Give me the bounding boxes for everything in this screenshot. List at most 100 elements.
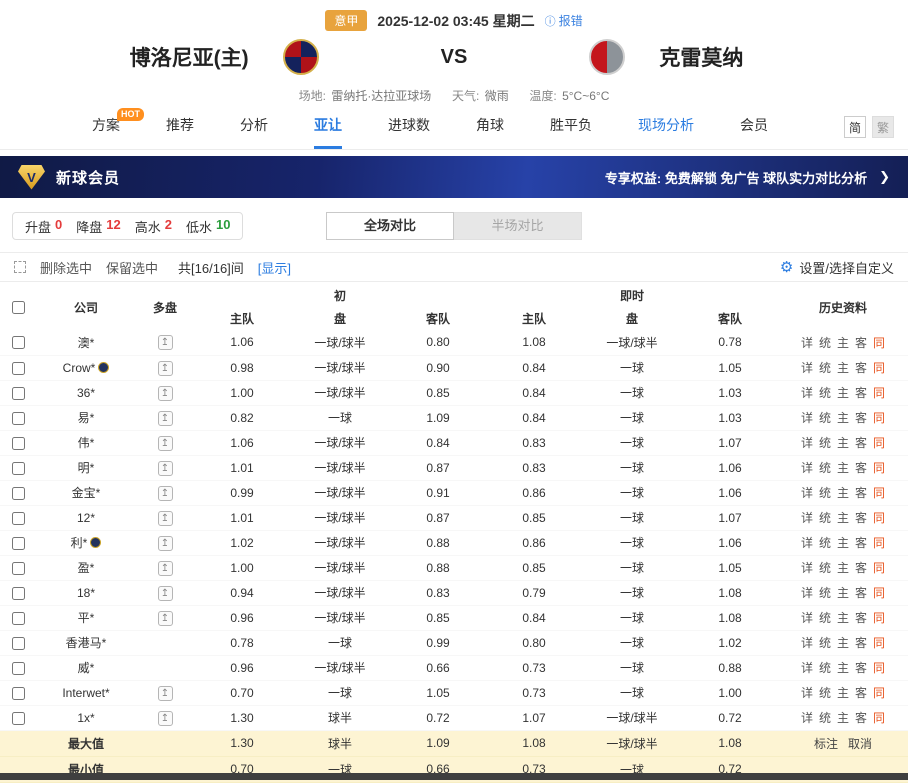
history-link[interactable]: 客 <box>855 711 867 725</box>
history-link[interactable]: 统 <box>819 486 831 500</box>
history-link[interactable]: 主 <box>837 686 849 700</box>
multi-odds-icon[interactable]: ↥ <box>158 511 173 526</box>
nav-item-fenxi[interactable]: 分析 <box>240 105 268 149</box>
nav-item-jiaoqiu[interactable]: 角球 <box>476 105 504 149</box>
nav-item-tuijian[interactable]: 推荐 <box>166 105 194 149</box>
history-link[interactable]: 统 <box>819 336 831 350</box>
multi-odds-icon[interactable]: ↥ <box>158 611 173 626</box>
history-same-link[interactable]: 同 <box>873 636 885 650</box>
history-link[interactable]: 客 <box>855 511 867 525</box>
history-link[interactable]: 统 <box>819 536 831 550</box>
company-name[interactable]: 36* <box>77 386 95 400</box>
history-link[interactable]: 客 <box>855 536 867 550</box>
company-name[interactable]: 12* <box>77 511 95 525</box>
multi-odds-icon[interactable]: ↥ <box>158 561 173 576</box>
history-link[interactable]: 主 <box>837 636 849 650</box>
history-link[interactable]: 主 <box>837 411 849 425</box>
lang-simplified-button[interactable]: 简 <box>844 116 866 138</box>
history-link[interactable]: 主 <box>837 611 849 625</box>
history-link[interactable]: 详 <box>801 636 813 650</box>
history-link[interactable]: 客 <box>855 336 867 350</box>
company-name[interactable]: Crow* <box>63 361 96 375</box>
history-link[interactable]: 详 <box>801 661 813 675</box>
history-link[interactable]: 统 <box>819 361 831 375</box>
history-link[interactable]: 客 <box>855 561 867 575</box>
history-link[interactable]: 统 <box>819 661 831 675</box>
history-link[interactable]: 客 <box>855 361 867 375</box>
history-same-link[interactable]: 同 <box>873 586 885 600</box>
history-link[interactable]: 统 <box>819 686 831 700</box>
row-checkbox[interactable] <box>12 612 25 625</box>
company-name[interactable]: 利* <box>71 536 88 550</box>
history-link[interactable]: 客 <box>855 611 867 625</box>
history-same-link[interactable]: 同 <box>873 611 885 625</box>
multi-odds-icon[interactable]: ↥ <box>158 386 173 401</box>
row-checkbox[interactable] <box>12 362 25 375</box>
history-same-link[interactable]: 同 <box>873 561 885 575</box>
history-link[interactable]: 详 <box>801 586 813 600</box>
history-same-link[interactable]: 同 <box>873 686 885 700</box>
multi-odds-icon[interactable]: ↥ <box>158 436 173 451</box>
history-same-link[interactable]: 同 <box>873 386 885 400</box>
history-link[interactable]: 客 <box>855 436 867 450</box>
nav-item-jinqiushu[interactable]: 进球数 <box>388 105 430 149</box>
nav-item-xianchangfenxi[interactable]: 现场分析 <box>638 105 694 149</box>
nav-item-shengpingfu[interactable]: 胜平负 <box>550 105 592 149</box>
history-link[interactable]: 客 <box>855 586 867 600</box>
history-link[interactable]: 统 <box>819 586 831 600</box>
multi-odds-icon[interactable]: ↥ <box>158 536 173 551</box>
history-link[interactable]: 详 <box>801 386 813 400</box>
history-link[interactable]: 客 <box>855 411 867 425</box>
history-link[interactable]: 详 <box>801 511 813 525</box>
company-name[interactable]: 澳* <box>78 336 95 350</box>
history-same-link[interactable]: 同 <box>873 336 885 350</box>
multi-odds-icon[interactable]: ↥ <box>158 586 173 601</box>
history-link[interactable]: 主 <box>837 511 849 525</box>
row-checkbox[interactable] <box>12 712 25 725</box>
row-checkbox[interactable] <box>12 637 25 650</box>
row-checkbox[interactable] <box>12 487 25 500</box>
history-link[interactable]: 主 <box>837 711 849 725</box>
row-checkbox[interactable] <box>12 512 25 525</box>
multi-odds-icon[interactable]: ↥ <box>158 686 173 701</box>
history-link[interactable]: 统 <box>819 636 831 650</box>
history-link[interactable]: 统 <box>819 711 831 725</box>
multi-odds-icon[interactable]: ↥ <box>158 411 173 426</box>
history-link[interactable]: 详 <box>801 336 813 350</box>
history-link[interactable]: 详 <box>801 436 813 450</box>
row-checkbox[interactable] <box>12 387 25 400</box>
row-checkbox[interactable] <box>12 587 25 600</box>
history-same-link[interactable]: 同 <box>873 536 885 550</box>
company-name[interactable]: 威* <box>78 661 95 675</box>
history-link[interactable]: 主 <box>837 386 849 400</box>
history-same-link[interactable]: 同 <box>873 436 885 450</box>
history-link[interactable]: 统 <box>819 411 831 425</box>
history-link[interactable]: 统 <box>819 611 831 625</box>
row-checkbox[interactable] <box>12 562 25 575</box>
company-name[interactable]: 香港马* <box>66 636 107 650</box>
row-checkbox[interactable] <box>12 412 25 425</box>
report-error-link[interactable]: ⓘ 报错 <box>545 12 583 29</box>
history-link[interactable]: 统 <box>819 561 831 575</box>
nav-item-yarang[interactable]: 亚让 <box>314 105 342 149</box>
delete-selected-button[interactable]: 删除选中 <box>40 258 92 277</box>
history-link[interactable]: 统 <box>819 386 831 400</box>
history-same-link[interactable]: 同 <box>873 461 885 475</box>
keep-selected-button[interactable]: 保留选中 <box>106 258 158 277</box>
row-checkbox[interactable] <box>12 687 25 700</box>
history-link[interactable]: 主 <box>837 661 849 675</box>
nav-item-huiyuan[interactable]: 会员 <box>740 105 768 149</box>
vip-banner[interactable]: V 新球会员 专享权益: 免费解锁 免广告 球队实力对比分析 ❯ <box>0 156 908 198</box>
history-same-link[interactable]: 同 <box>873 511 885 525</box>
company-name[interactable]: 易* <box>78 411 95 425</box>
history-link[interactable]: 详 <box>801 536 813 550</box>
multi-odds-icon[interactable]: ↥ <box>158 711 173 726</box>
company-name[interactable]: 平* <box>78 611 95 625</box>
history-same-link[interactable]: 同 <box>873 661 885 675</box>
history-link[interactable]: 主 <box>837 336 849 350</box>
company-name[interactable]: 明* <box>78 461 95 475</box>
history-same-link[interactable]: 同 <box>873 361 885 375</box>
history-link[interactable]: 客 <box>855 686 867 700</box>
history-link[interactable]: 客 <box>855 636 867 650</box>
row-checkbox[interactable] <box>12 437 25 450</box>
